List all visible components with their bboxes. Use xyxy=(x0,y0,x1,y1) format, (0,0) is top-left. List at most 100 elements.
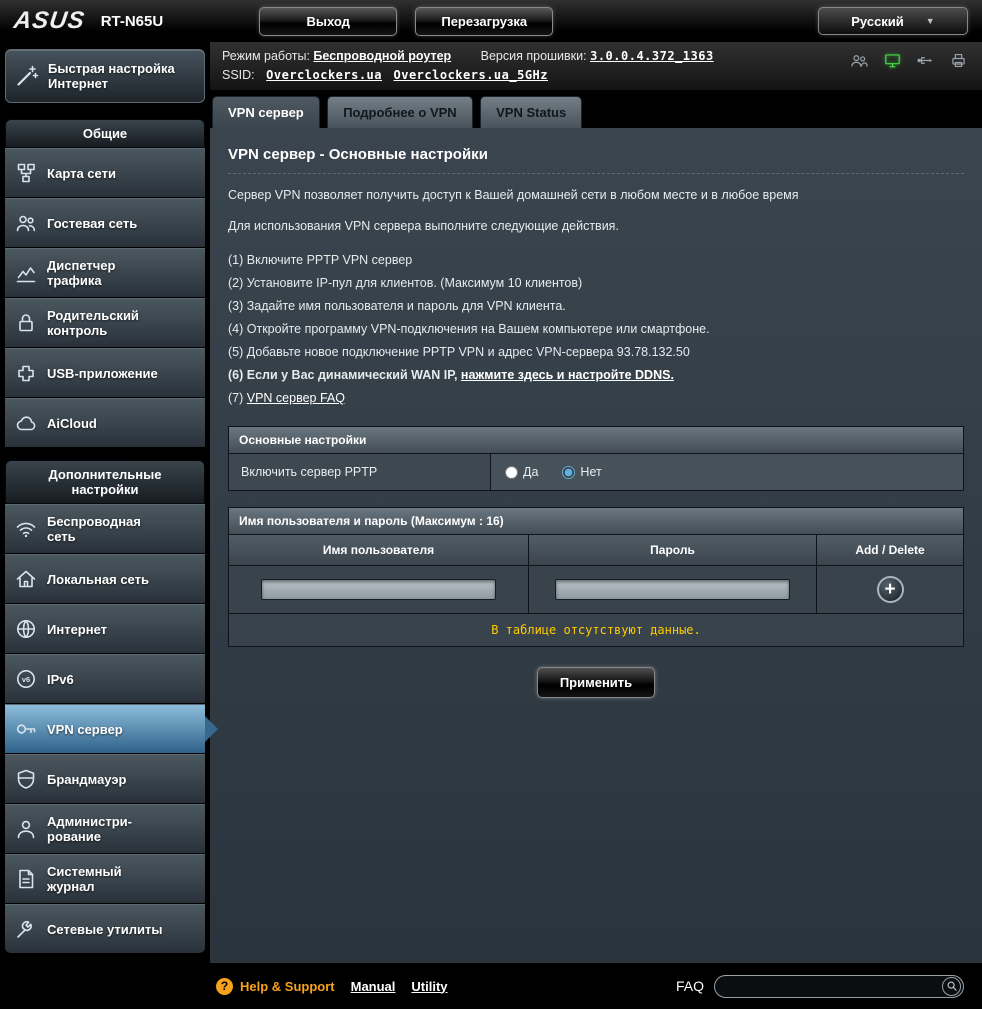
vpn-icon xyxy=(5,717,47,741)
sidebar-item-lan[interactable]: Локальная сеть xyxy=(5,554,205,604)
pptp-no-option[interactable]: Нет xyxy=(562,465,602,479)
guest-network-icon xyxy=(5,211,47,235)
syslog-icon xyxy=(5,867,47,891)
step-6-text: (6) Если у Вас динамический WAN IP, xyxy=(228,368,461,382)
sidebar-item-label: IPv6 xyxy=(47,671,74,687)
empty-table-message: В таблице отсутствуют данные. xyxy=(229,613,963,646)
faq-search-input[interactable] xyxy=(725,979,942,993)
user-password-header: Имя пользователя и пароль (Максимум : 16… xyxy=(229,508,963,535)
sidebar-item-guest-network[interactable]: Гостевая сеть xyxy=(5,198,205,248)
pptp-no-radio[interactable] xyxy=(562,465,576,479)
language-select[interactable]: Русский ▼ xyxy=(818,7,968,35)
sidebar-item-aicloud[interactable]: AiCloud xyxy=(5,398,205,448)
sidebar-item-system-log[interactable]: Системный журнал xyxy=(5,854,205,904)
router-admin-page: ASUS RT-N65U Выход Перезагрузка Русский … xyxy=(0,0,982,1009)
operation-mode-link[interactable]: Беспроводной роутер xyxy=(313,49,451,63)
top-header: ASUS RT-N65U Выход Перезагрузка Русский … xyxy=(0,0,982,42)
username-input[interactable] xyxy=(261,579,496,600)
pptp-yes-label: Да xyxy=(523,465,539,479)
tab-vpn-details[interactable]: Подробнее о VPN xyxy=(327,96,473,128)
help-support-link[interactable]: Help & Support xyxy=(240,979,335,994)
step-1: (1) Включите PPTP VPN сервер xyxy=(228,253,413,267)
add-user-button[interactable]: + xyxy=(876,576,904,603)
step-6: (6) Если у Вас динамический WAN IP, нажм… xyxy=(228,364,964,387)
main-column: Режим работы: Беспроводной роутер Версия… xyxy=(210,42,982,963)
manual-link[interactable]: Manual xyxy=(351,979,396,994)
magic-wand-icon xyxy=(6,63,48,89)
pptp-no-label: Нет xyxy=(580,465,602,479)
sidebar-item-label: Родительский контроль xyxy=(47,308,139,338)
utility-link[interactable]: Utility xyxy=(411,979,447,994)
sidebar-item-traffic-manager[interactable]: Диспетчер трафика xyxy=(5,248,205,298)
ssid-5ghz-link[interactable]: Overclockers.ua_5GHz xyxy=(394,68,549,82)
sidebar-item-parental-control[interactable]: Родительский контроль xyxy=(5,298,205,348)
aicloud-icon xyxy=(5,411,47,435)
printer-icon[interactable] xyxy=(949,51,968,73)
sidebar-item-label: AiCloud xyxy=(47,415,97,431)
quick-setup-button[interactable]: Быстрая настройка Интернет xyxy=(5,49,205,103)
username-column-header: Имя пользователя xyxy=(229,535,529,565)
status-icons xyxy=(850,51,968,73)
basic-settings-table: Основные настройки Включить сервер PPTP … xyxy=(228,426,964,491)
pptp-enable-value: Да Нет xyxy=(491,454,963,490)
clients-icon[interactable] xyxy=(850,51,869,73)
network-map-icon xyxy=(5,161,47,185)
sidebar-item-label: Карта сети xyxy=(47,165,116,181)
svg-text:v6: v6 xyxy=(22,675,30,684)
sidebar-item-network-map[interactable]: Карта сети xyxy=(5,148,205,198)
steps-list: (1) Включите PPTP VPN сервер (2) Установ… xyxy=(228,249,964,410)
network-tools-icon xyxy=(5,917,47,941)
admin-icon xyxy=(5,817,47,841)
firmware-version-link[interactable]: 3.0.0.4.372_1363 xyxy=(590,49,714,63)
sidebar-item-usb-application[interactable]: USB-приложение xyxy=(5,348,205,398)
sidebar-item-network-tools[interactable]: Сетевые утилиты xyxy=(5,904,205,954)
sidebar-item-firewall[interactable]: Брандмауэр xyxy=(5,754,205,804)
tab-vpn-status[interactable]: VPN Status xyxy=(480,96,583,128)
vpn-faq-link[interactable]: VPN сервер FAQ xyxy=(247,391,345,405)
firmware-label: Версия прошивки: xyxy=(480,49,587,63)
sidebar-item-label: Сетевые утилиты xyxy=(47,921,163,937)
add-cell: + xyxy=(817,566,963,613)
logout-button[interactable]: Выход xyxy=(259,6,398,36)
pptp-yes-radio[interactable] xyxy=(505,465,518,479)
sidebar-item-label: Интернет xyxy=(47,621,108,637)
usb-icon[interactable] xyxy=(916,51,935,73)
search-icon[interactable] xyxy=(942,976,961,996)
footer: ? Help & Support Manual Utility FAQ xyxy=(0,963,982,1009)
pptp-yes-option[interactable]: Да xyxy=(505,465,538,479)
router-model: RT-N65U xyxy=(100,12,164,30)
sidebar-item-label: Беспроводная сеть xyxy=(47,514,141,544)
table-column-headers: Имя пользователя Пароль Add / Delete xyxy=(229,535,963,565)
new-user-row: + xyxy=(229,565,963,613)
wireless-status-icon[interactable] xyxy=(883,51,902,73)
sidebar-item-vpn-server[interactable]: VPN сервер xyxy=(5,704,218,754)
sidebar-item-administration[interactable]: Администри- рование xyxy=(5,804,205,854)
faq-label: FAQ xyxy=(675,978,704,994)
ssid-24ghz-link[interactable]: Overclockers.ua xyxy=(266,68,382,82)
help-icon[interactable]: ? xyxy=(216,977,233,995)
sidebar-item-ipv6[interactable]: v6 IPv6 xyxy=(5,654,205,704)
apply-button[interactable]: Применить xyxy=(537,667,655,698)
username-cell xyxy=(229,566,529,613)
pptp-enable-row: Включить сервер PPTP Да Нет xyxy=(229,454,963,490)
sidebar-item-wan[interactable]: Интернет xyxy=(5,604,205,654)
tab-vpn-server[interactable]: VPN сервер xyxy=(212,96,320,128)
language-label: Русский xyxy=(851,13,904,29)
page-title: VPN сервер - Основные настройки xyxy=(228,146,964,174)
sidebar-item-label: Гостевая сеть xyxy=(47,215,138,231)
section-general: Общие xyxy=(5,119,205,148)
password-cell xyxy=(529,566,817,613)
add-delete-column-header: Add / Delete xyxy=(855,543,925,557)
usb-app-icon xyxy=(5,361,47,385)
sidebar-item-label: VPN сервер xyxy=(47,721,123,737)
quick-setup-label: Быстрая настройка Интернет xyxy=(48,61,175,91)
reboot-button[interactable]: Перезагрузка xyxy=(415,6,554,36)
sidebar-item-wireless[interactable]: Беспроводная сеть xyxy=(5,504,205,554)
step-4: (4) Откройте программу VPN-подключения н… xyxy=(228,322,710,336)
chevron-down-icon: ▼ xyxy=(925,16,935,26)
sidebar-item-label: USB-приложение xyxy=(47,365,158,381)
ipv6-icon: v6 xyxy=(5,667,47,691)
intro-text: Сервер VPN позволяет получить доступ к В… xyxy=(228,188,799,202)
password-input[interactable] xyxy=(555,579,790,600)
ddns-setup-link[interactable]: нажмите здесь и настройте DDNS. xyxy=(461,368,674,382)
